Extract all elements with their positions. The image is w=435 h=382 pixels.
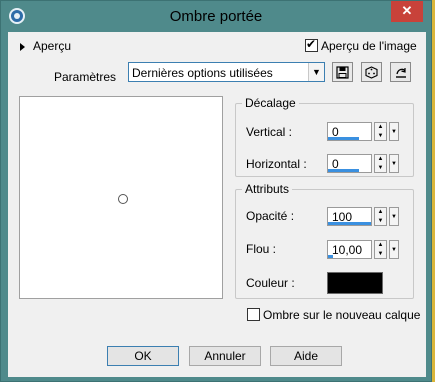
- cancel-button[interactable]: Annuler: [189, 346, 261, 366]
- horizontal-input[interactable]: 0: [327, 154, 372, 173]
- preview-area[interactable]: [19, 96, 223, 299]
- spin-up-icon[interactable]: ▲: [375, 241, 386, 249]
- checkbox-checked[interactable]: [305, 37, 318, 53]
- spin-up-icon[interactable]: ▲: [375, 123, 386, 131]
- ok-button[interactable]: OK: [107, 346, 179, 366]
- spin-up-icon[interactable]: ▲: [375, 208, 386, 216]
- attributes-group: Attributs Opacité : 100 ▲ ▼ ▼ Flou : 10,0…: [235, 182, 414, 299]
- blur-dropdown-button[interactable]: ▼: [389, 240, 399, 259]
- reset-button[interactable]: [390, 62, 411, 82]
- blur-label: Flou :: [246, 242, 277, 256]
- spin-down-icon[interactable]: ▼: [375, 132, 386, 140]
- opacity-slider-fill[interactable]: [328, 222, 371, 225]
- chevron-down-icon[interactable]: ▼: [308, 63, 324, 81]
- preset-select[interactable]: Dernières options utilisées ▼: [128, 62, 325, 82]
- blur-input[interactable]: 10,00: [327, 240, 372, 259]
- preview-on-image-checkbox[interactable]: Aperçu de l'image: [305, 37, 417, 53]
- floppy-icon: [336, 66, 349, 79]
- preview-center-marker[interactable]: [118, 194, 128, 204]
- preset-value: Dernières options utilisées: [132, 66, 273, 80]
- window-title: Ombre portée: [169, 8, 263, 25]
- vertical-slider-fill[interactable]: [328, 137, 359, 140]
- spin-down-icon[interactable]: ▼: [375, 164, 386, 172]
- horizontal-slider-fill[interactable]: [328, 169, 359, 172]
- vertical-dropdown-button[interactable]: ▼: [389, 122, 399, 141]
- opacity-input[interactable]: 100: [327, 207, 372, 226]
- opacity-dropdown-button[interactable]: ▼: [389, 207, 399, 226]
- help-button[interactable]: Aide: [270, 346, 342, 366]
- horizontal-spinner[interactable]: ▲ ▼: [374, 154, 387, 173]
- parameters-label: Paramètres: [54, 70, 117, 84]
- spin-down-icon[interactable]: ▼: [375, 250, 386, 258]
- color-swatch[interactable]: [327, 272, 383, 294]
- blur-spinner[interactable]: ▲ ▼: [374, 240, 387, 259]
- dice-icon: [365, 66, 378, 79]
- title-bar[interactable]: Ombre portée ✕: [1, 1, 431, 32]
- opacity-label: Opacité :: [246, 209, 295, 223]
- color-label: Couleur :: [246, 276, 295, 290]
- spin-up-icon[interactable]: ▲: [375, 155, 386, 163]
- horizontal-dropdown-button[interactable]: ▼: [389, 154, 399, 173]
- spin-down-icon[interactable]: ▼: [375, 217, 386, 225]
- close-button[interactable]: ✕: [391, 1, 423, 22]
- vertical-spinner[interactable]: ▲ ▼: [374, 122, 387, 141]
- horizontal-label: Horizontal :: [246, 157, 307, 171]
- preview-on-image-label: Aperçu de l'image: [321, 38, 417, 53]
- preview-toggle-label: Aperçu: [33, 39, 72, 53]
- vertical-label: Vertical :: [246, 125, 293, 139]
- save-preset-button[interactable]: [332, 62, 353, 82]
- dialog-body: Aperçu Aperçu de l'image Paramètres Dern…: [8, 32, 426, 377]
- shadow-new-layer-label: Ombre sur le nouveau calque: [263, 307, 421, 322]
- offset-group: Décalage Vertical : 0 ▲ ▼ ▼ Horizontal : …: [235, 96, 414, 177]
- offset-legend: Décalage: [245, 96, 296, 110]
- checkbox-unchecked[interactable]: [247, 308, 260, 322]
- random-button[interactable]: [361, 62, 382, 82]
- dialog-window: Ombre portée ✕ Aperçu Aperçu de l'image …: [0, 0, 432, 382]
- expand-triangle-icon: [20, 42, 25, 51]
- blur-slider-fill[interactable]: [328, 255, 333, 258]
- opacity-spinner[interactable]: ▲ ▼: [374, 207, 387, 226]
- shadow-new-layer-checkbox[interactable]: Ombre sur le nouveau calque: [247, 307, 420, 322]
- preview-toggle[interactable]: Aperçu: [20, 39, 71, 53]
- reset-icon: [395, 68, 406, 78]
- vertical-input[interactable]: 0: [327, 122, 372, 141]
- blur-value: 10,00: [332, 243, 363, 257]
- attributes-legend: Attributs: [245, 182, 290, 196]
